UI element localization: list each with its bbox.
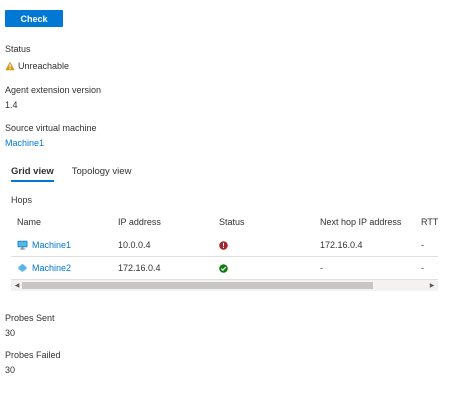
scrollbar-thumb[interactable] (22, 282, 373, 289)
column-header-rtt[interactable]: RTT (421, 210, 438, 234)
status-label: Status (5, 44, 31, 54)
horizontal-scrollbar[interactable]: ◀ ▶ (11, 280, 438, 291)
status-cell (219, 234, 228, 256)
ip-cell: 172.16.0.4 (118, 263, 161, 273)
name-cell: Machine2 (17, 257, 71, 279)
status-value-row: Unreachable (5, 61, 69, 71)
ip-cell: 10.0.0.4 (118, 240, 151, 250)
source-vm-label: Source virtual machine (5, 123, 97, 133)
scroll-left-arrow-icon[interactable]: ◀ (13, 280, 21, 291)
table-row[interactable]: Machine2 172.16.0.4 - - (11, 257, 438, 280)
hop-name-link[interactable]: Machine2 (32, 263, 71, 273)
scroll-right-arrow-icon[interactable]: ▶ (428, 280, 436, 291)
network-interface-icon (18, 263, 27, 272)
column-header-next-hop[interactable]: Next hop IP address (320, 210, 401, 234)
column-header-ip[interactable]: IP address (118, 210, 161, 234)
error-icon (219, 240, 228, 250)
agent-version-label: Agent extension version (5, 85, 102, 95)
tab-grid-view[interactable]: Grid view (11, 166, 54, 182)
tab-topology-view[interactable]: Topology view (72, 166, 132, 182)
agent-version-value: 1.4 (5, 100, 18, 110)
warning-icon (5, 61, 15, 71)
name-cell: Machine1 (17, 234, 71, 256)
probes-failed-value: 30 (5, 365, 16, 375)
virtual-machine-icon (17, 240, 28, 250)
status-cell (219, 257, 228, 279)
source-vm-link[interactable]: Machine1 (5, 138, 44, 148)
hop-name-link[interactable]: Machine1 (32, 240, 71, 250)
probes-sent-label: Probes Sent (5, 313, 55, 323)
check-button[interactable]: Check (5, 10, 63, 27)
status-value: Unreachable (18, 61, 70, 71)
next-hop-cell: - (320, 263, 323, 273)
rtt-cell: - (421, 263, 424, 273)
column-header-status[interactable]: Status (219, 210, 245, 234)
probes-failed-label: Probes Failed (5, 350, 61, 360)
probes-sent-value: 30 (5, 328, 16, 338)
table-header-row: Name IP address Status Next hop IP addre… (11, 210, 438, 234)
next-hop-cell: 172.16.0.4 (320, 240, 363, 250)
column-header-name[interactable]: Name (17, 210, 41, 234)
hops-label: Hops (11, 195, 33, 205)
hops-table: Name IP address Status Next hop IP addre… (11, 210, 438, 280)
success-icon (219, 263, 228, 273)
rtt-cell: - (421, 240, 424, 250)
table-row[interactable]: Machine1 10.0.0.4 172.16.0.4 - (11, 234, 438, 257)
view-tabs: Grid view Topology view (11, 166, 131, 182)
